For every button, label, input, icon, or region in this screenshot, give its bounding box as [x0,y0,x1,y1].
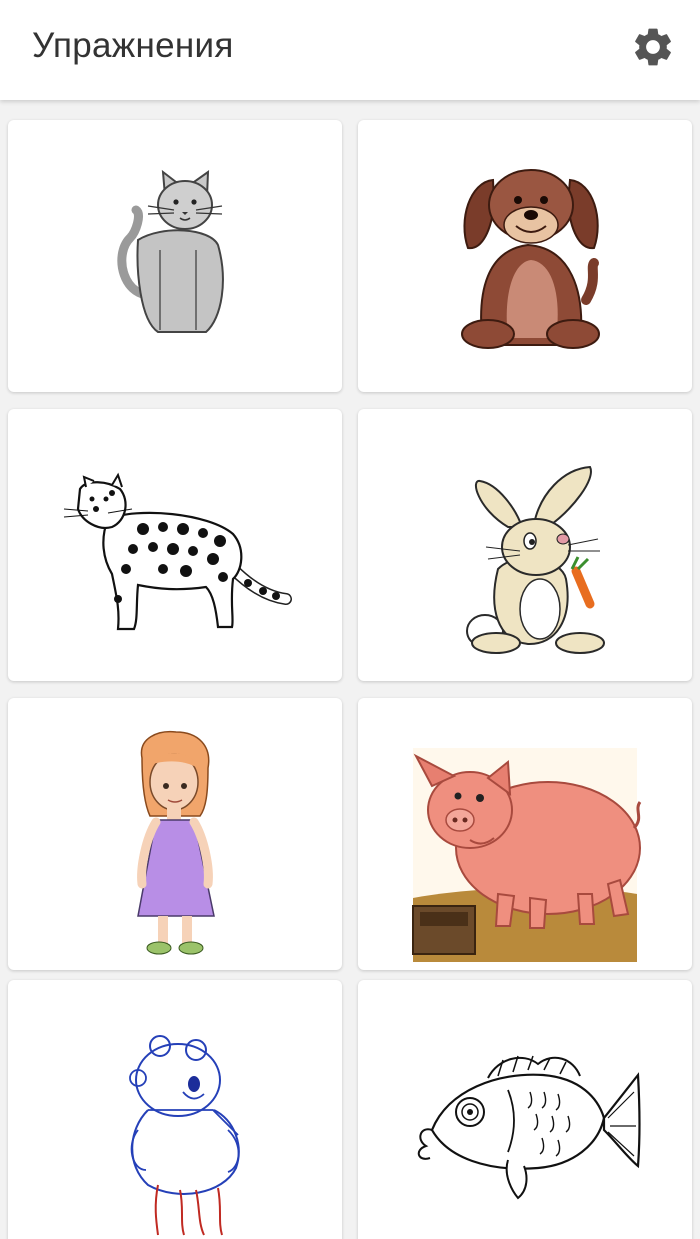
pig-drawing [412,748,642,962]
exercise-card-rabbit[interactable] [358,409,692,681]
rabbit-drawing [466,465,605,654]
puppy-drawing [461,169,600,349]
exercise-card-fish[interactable] [358,980,692,1239]
gear-icon[interactable] [630,24,676,70]
exercise-grid [0,100,700,1239]
bear-sketch-drawing [129,1035,240,1236]
exercise-card-puppy[interactable] [358,120,692,392]
app-bar: Упражнения [0,0,700,100]
exercise-card-bear-sketch[interactable] [8,980,342,1239]
cat-drawing [117,169,224,333]
exercise-card-cat[interactable] [8,120,342,392]
leopard-drawing [63,472,292,631]
page-title: Упражнения [32,26,234,65]
exercise-card-girl[interactable] [8,698,342,970]
fish-drawing [417,1055,641,1200]
girl-drawing [137,730,215,955]
exercise-card-pig[interactable] [358,698,692,970]
exercise-card-leopard[interactable] [8,409,342,681]
